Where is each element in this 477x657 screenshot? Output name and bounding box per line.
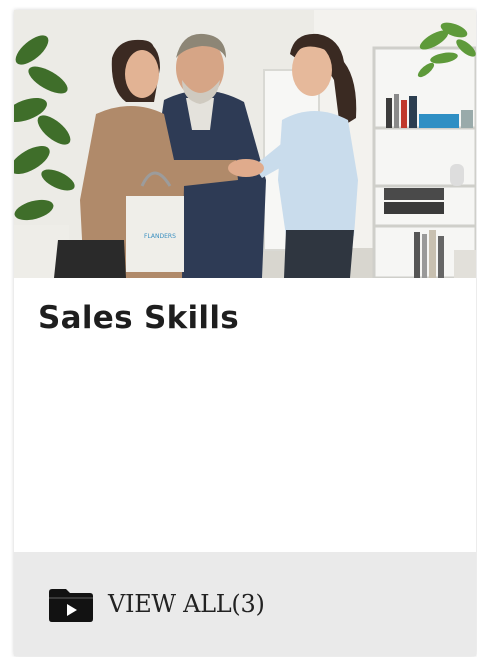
- course-thumbnail[interactable]: FLANDERS: [14, 10, 476, 278]
- svg-text:FLANDERS: FLANDERS: [144, 233, 176, 240]
- course-title[interactable]: Sales Skills: [38, 300, 239, 336]
- video-folder-icon: [49, 589, 93, 622]
- course-card[interactable]: FLANDERS Sales Skills VIEW ALL(3): [14, 10, 476, 656]
- card-footer: VIEW ALL(3): [14, 552, 476, 656]
- view-all-label: VIEW ALL(3): [108, 590, 265, 618]
- view-all-button[interactable]: VIEW ALL(3): [48, 584, 265, 624]
